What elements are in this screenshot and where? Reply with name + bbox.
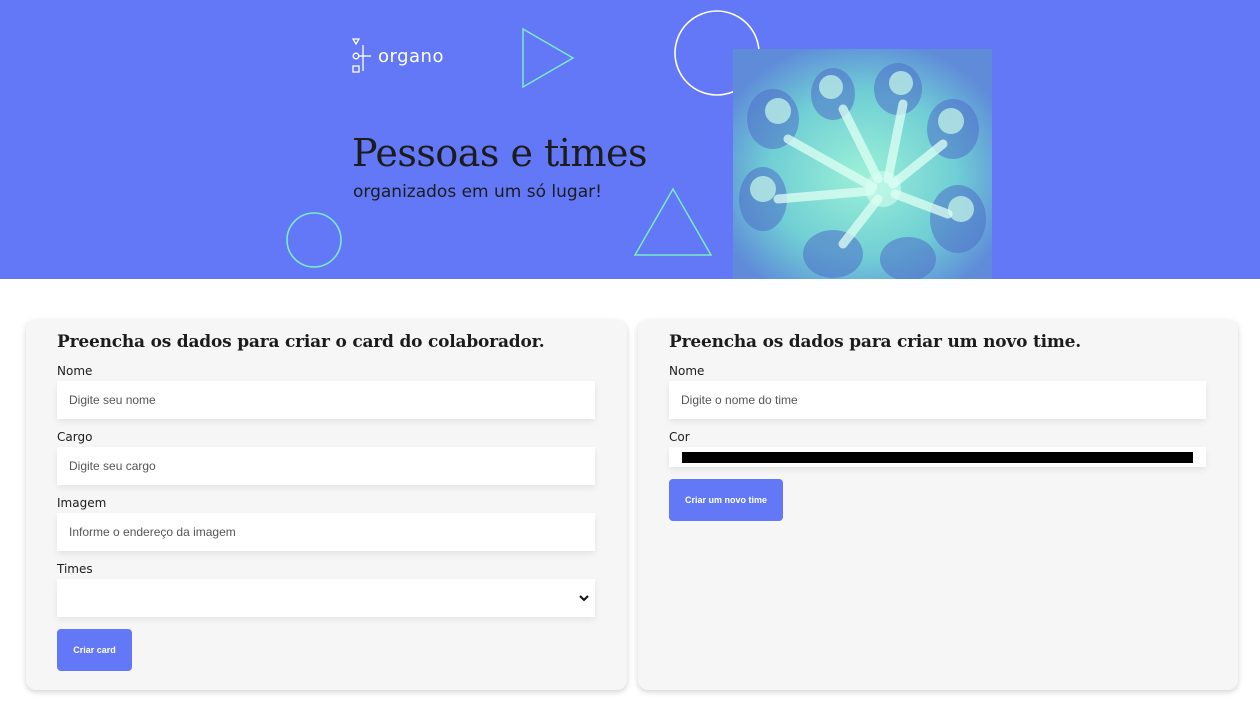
teams-label: Times [57, 562, 93, 576]
image-url-input-placeholder: Informe o endereço da imagem [69, 525, 236, 539]
team-name-input[interactable]: Digite o nome do time [669, 381, 1206, 419]
triangle-decoration-icon [633, 187, 713, 256]
team-name-label: Nome [669, 364, 705, 378]
team-form-title: Preencha os dados para criar um novo tim… [669, 332, 1082, 352]
role-input[interactable]: Digite seu cargo [57, 447, 595, 485]
logo[interactable]: organo [352, 37, 444, 75]
team-photo [733, 49, 992, 279]
name-input-placeholder: Digite seu nome [69, 393, 156, 407]
name-input[interactable]: Digite seu nome [57, 381, 595, 419]
page-subheadline: organizados em um só lugar! [353, 182, 602, 202]
create-card-button[interactable]: Criar card [57, 629, 132, 671]
teams-select[interactable] [57, 579, 595, 617]
collaborator-form: Preencha os dados para criar o card do c… [26, 320, 627, 690]
team-name-input-placeholder: Digite o nome do time [681, 393, 798, 407]
collaborator-form-title: Preencha os dados para criar o card do c… [57, 332, 545, 352]
organo-logo-icon [352, 38, 371, 73]
hero-banner: organo Pessoas e times organizados em um… [0, 0, 1260, 279]
play-triangle-decoration-icon [522, 27, 575, 89]
page-headline: Pessoas e times [352, 131, 647, 175]
team-color-label: Cor [669, 430, 690, 444]
team-form: Preencha os dados para criar um novo tim… [638, 320, 1238, 690]
chevron-down-icon [579, 595, 589, 602]
image-url-input[interactable]: Informe o endereço da imagem [57, 513, 595, 551]
team-color-swatch [682, 452, 1193, 463]
role-input-placeholder: Digite seu cargo [69, 459, 156, 473]
image-label: Imagem [57, 496, 107, 510]
team-color-input[interactable] [669, 447, 1206, 467]
name-label: Nome [57, 364, 93, 378]
create-team-button[interactable]: Criar um novo time [669, 479, 783, 521]
logo-text: organo [378, 45, 444, 67]
teal-circle-decoration-icon [286, 212, 342, 268]
role-label: Cargo [57, 430, 93, 444]
